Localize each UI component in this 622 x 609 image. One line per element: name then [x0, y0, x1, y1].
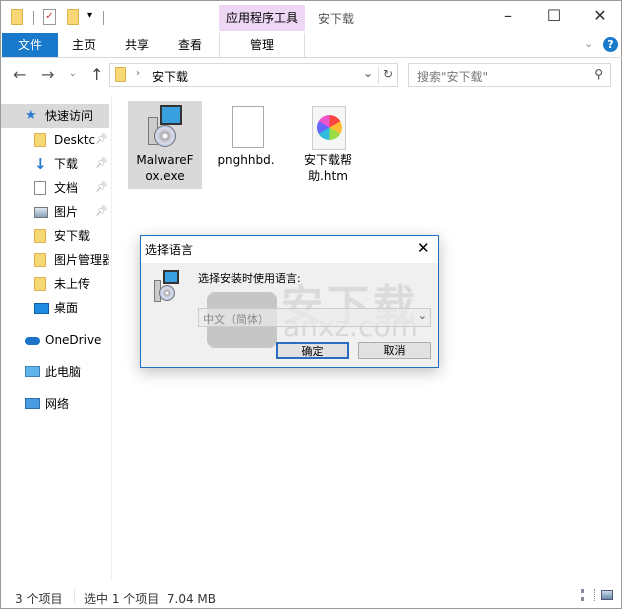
ok-button[interactable]: 确定 [276, 342, 349, 359]
sidebar-item-onedrive[interactable]: OneDrive [1, 328, 109, 352]
sidebar-item-this-pc[interactable]: 此电脑 [1, 360, 109, 384]
breadcrumb[interactable]: 安下载 [152, 68, 188, 85]
chevron-down-icon: ⌄ [417, 309, 427, 322]
details-view-button[interactable] [581, 589, 595, 601]
desktop-icon [34, 303, 49, 314]
computer-icon [25, 366, 40, 377]
star-icon: ★ [25, 108, 37, 123]
sidebar-item-documents[interactable]: 文档 📌︎ [1, 176, 109, 200]
selection-info: 选中 1 个项目 7.04 MB [84, 592, 217, 606]
language-dialog: 选择语言 ✕ 安下载 anxz.com 选择安装时使用语言: 中文（简体） ⌄ … [140, 235, 439, 368]
minimize-button[interactable]: – [485, 5, 531, 29]
sidebar-item-picture-manager[interactable]: 图片管理器 [1, 248, 109, 272]
sidebar-item-network[interactable]: 网络 [1, 392, 109, 416]
folder-icon [34, 253, 46, 267]
pin-icon: 📌︎ [95, 206, 108, 217]
pin-icon: 📌︎ [95, 158, 108, 169]
customize-toolbar-icon[interactable]: ▾ [87, 10, 92, 21]
sidebar-item-not-uploaded[interactable]: 未上传 [1, 272, 109, 296]
tab-home[interactable]: 主页 [63, 33, 105, 57]
folder-icon [34, 277, 46, 291]
tab-manage[interactable]: 管理 [219, 33, 305, 57]
divider [33, 11, 34, 25]
properties-icon[interactable]: ✓ [43, 9, 56, 25]
language-select[interactable]: 中文（简体） ⌄ [198, 308, 431, 327]
file-item-malwarefox[interactable]: MalwareF ox.exe [128, 101, 202, 189]
recent-locations-icon[interactable]: ⌄ [69, 69, 77, 79]
sidebar-item-desktop-cn[interactable]: 桌面 [1, 296, 109, 320]
window-title: 安下载 [318, 12, 355, 26]
context-tab-app-tools[interactable]: 应用程序工具 [219, 5, 305, 31]
back-button[interactable]: ← [13, 65, 26, 84]
file-name: pnghhbd. [217, 153, 275, 167]
maximize-button[interactable]: ☐ [531, 5, 577, 29]
sidebar-item-anxz[interactable]: 安下载 [1, 224, 109, 248]
sidebar-item-quick-access[interactable]: ★ 快速访问 [1, 104, 109, 128]
large-icons-view-button[interactable] [601, 590, 613, 600]
file-item-pnghhbd[interactable]: pnghhbd. [209, 101, 283, 189]
divider [103, 11, 104, 25]
document-icon [34, 181, 46, 195]
breadcrumb-separator-icon[interactable]: › [136, 68, 140, 79]
file-item-help-htm[interactable]: 安下载帮 助.htm [291, 101, 365, 189]
address-bar[interactable]: › 安下载 ⌄ ↻ [109, 63, 398, 87]
sidebar-item-desktop[interactable]: Desktc 📌︎ [1, 128, 109, 152]
blank-file-icon [232, 106, 264, 148]
divider [74, 589, 75, 603]
dialog-title: 选择语言 [145, 243, 194, 257]
folder-icon [34, 229, 46, 243]
item-count: 3 个项目 [15, 592, 63, 606]
forward-button[interactable]: → [41, 65, 54, 84]
up-button[interactable]: ↑ [90, 65, 103, 84]
address-dropdown-icon[interactable]: ⌄ [363, 66, 373, 80]
dialog-prompt: 选择安装时使用语言: [198, 272, 301, 285]
pin-icon: 📌︎ [95, 182, 108, 193]
dialog-title-bar: 选择语言 ✕ [141, 236, 438, 263]
refresh-button[interactable]: ↻ [383, 67, 393, 81]
folder-icon [115, 67, 126, 82]
search-input[interactable]: 搜索"安下载" ⚲ [408, 63, 611, 87]
tab-file[interactable]: 文件 [2, 33, 58, 57]
expand-ribbon-icon[interactable]: ⌄ [584, 37, 593, 50]
download-icon: ↓ [34, 155, 47, 173]
cancel-button[interactable]: 取消 [358, 342, 431, 359]
new-folder-icon[interactable] [67, 9, 79, 25]
sidebar-item-downloads[interactable]: ↓ 下载 📌︎ [1, 152, 109, 176]
divider [111, 96, 112, 581]
network-icon [25, 398, 40, 409]
help-icon[interactable]: ? [603, 37, 618, 52]
pin-icon: 📌︎ [95, 134, 108, 145]
divider [1, 57, 622, 58]
tab-share[interactable]: 共享 [116, 33, 158, 57]
installer-icon [153, 270, 181, 304]
file-name: MalwareF ox.exe [136, 153, 194, 183]
picture-icon [34, 207, 48, 218]
divider [378, 67, 379, 84]
cloud-icon [25, 337, 40, 345]
dialog-close-button[interactable]: ✕ [417, 239, 430, 257]
installer-icon [146, 105, 184, 149]
sidebar-item-pictures[interactable]: 图片 📌︎ [1, 200, 109, 224]
htm-file-icon [312, 106, 346, 150]
close-button[interactable]: ✕ [577, 5, 622, 29]
tab-view[interactable]: 查看 [169, 33, 211, 57]
search-icon[interactable]: ⚲ [594, 67, 603, 81]
file-name: 安下载帮 助.htm [303, 153, 352, 183]
folder-icon [11, 9, 23, 25]
search-placeholder: 搜索"安下载" [417, 70, 489, 84]
status-bar: 3 个项目 选中 1 个项目 7.04 MB [1, 584, 621, 608]
language-select-value: 中文（简体） [203, 313, 269, 326]
folder-icon [34, 133, 46, 147]
